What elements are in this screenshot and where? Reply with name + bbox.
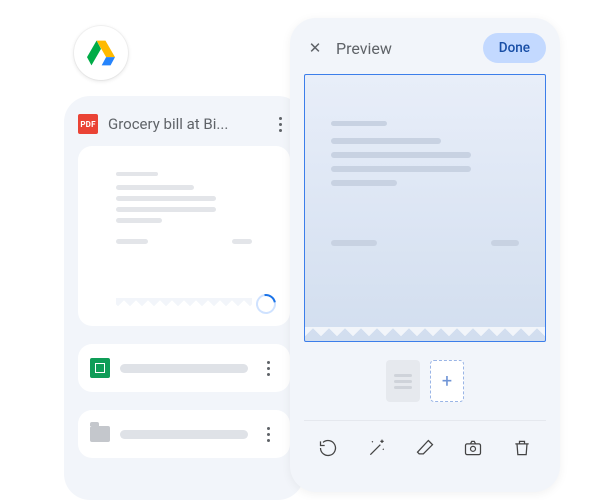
receipt-thumbnail-card[interactable] <box>78 146 290 326</box>
folder-icon <box>90 426 110 442</box>
list-item[interactable] <box>78 344 290 392</box>
crop-rotate-button[interactable] <box>459 434 487 462</box>
add-page-button[interactable]: + <box>430 360 464 402</box>
camera-icon <box>463 438 483 458</box>
receipt-skeleton <box>116 172 252 244</box>
trash-icon <box>512 438 532 458</box>
retake-button[interactable] <box>314 434 342 462</box>
page-thumbnail[interactable] <box>386 360 420 402</box>
loading-spinner-icon <box>252 290 280 318</box>
google-drive-logo <box>74 26 128 80</box>
file-overflow-menu-button[interactable] <box>258 355 278 381</box>
close-button[interactable]: ✕ <box>304 37 326 59</box>
preview-header: ✕ Preview Done <box>304 32 546 64</box>
sheets-icon <box>90 358 110 378</box>
receipt-torn-edge <box>305 327 545 341</box>
delete-button[interactable] <box>508 434 536 462</box>
file-overflow-menu-button[interactable] <box>258 421 278 447</box>
plus-icon: + <box>442 371 452 392</box>
file-title[interactable]: Grocery bill at Bi... <box>108 115 260 133</box>
magic-wand-icon <box>367 438 387 458</box>
close-icon: ✕ <box>309 39 322 57</box>
placeholder-text <box>120 364 248 373</box>
eraser-icon <box>415 438 435 458</box>
toolbar <box>304 420 546 474</box>
done-button[interactable]: Done <box>483 33 546 63</box>
scan-selection-area[interactable] <box>304 74 546 342</box>
list-item[interactable] <box>78 410 290 458</box>
file-header: PDF Grocery bill at Bi... <box>78 110 290 138</box>
retake-icon <box>318 438 338 458</box>
drive-triangle-icon <box>87 40 115 66</box>
pdf-badge-icon: PDF <box>78 114 98 134</box>
file-overflow-menu-button[interactable] <box>270 111 290 137</box>
scan-preview-panel: ✕ Preview Done + <box>290 18 560 492</box>
placeholder-text <box>120 430 248 439</box>
page-thumbnails: + <box>304 360 546 402</box>
preview-title: Preview <box>336 39 483 58</box>
drive-panel: PDF Grocery bill at Bi... <box>64 96 304 500</box>
erase-button[interactable] <box>411 434 439 462</box>
receipt-torn-edge <box>116 298 252 310</box>
auto-enhance-button[interactable] <box>363 434 391 462</box>
